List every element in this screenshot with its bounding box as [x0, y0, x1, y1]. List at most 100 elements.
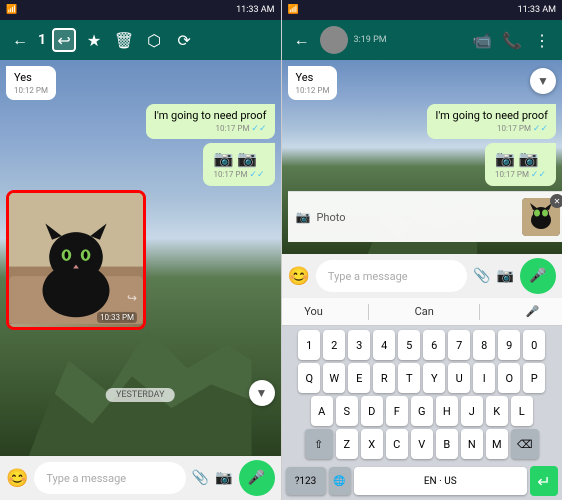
share-button[interactable]: ⬡ [142, 28, 166, 52]
left-attach-button[interactable]: 📎 [192, 470, 209, 486]
key-t[interactable]: T [398, 363, 420, 393]
key-d[interactable]: D [361, 396, 383, 426]
star-button[interactable]: ★ [82, 28, 106, 52]
key-6[interactable]: 6 [423, 330, 445, 360]
shift-key[interactable]: ⇧ [305, 429, 333, 459]
backspace-key[interactable]: ⌫ [511, 429, 539, 459]
right-camera-button[interactable]: 📷 [497, 268, 514, 284]
read-receipt-icon: ✓✓ [531, 170, 546, 180]
more-icon: ⋮ [534, 31, 550, 50]
key-p[interactable]: P [523, 363, 545, 393]
message-outgoing-proof: I'm going to need proof 10:17 PM ✓✓ [146, 104, 275, 139]
key-z[interactable]: Z [336, 429, 358, 459]
key-m[interactable]: M [486, 429, 508, 459]
key-1[interactable]: 1 [298, 330, 320, 360]
right-emoji-button[interactable]: 😊 [288, 266, 310, 287]
selected-cat-image[interactable]: 10:33 PM ↪ [6, 190, 146, 330]
key-n[interactable]: N [461, 429, 483, 459]
photo-remove-button[interactable]: ✕ [550, 194, 562, 208]
key-y[interactable]: Y [423, 363, 445, 393]
selection-count: 1 [38, 32, 46, 48]
camera-emoji-icon: 📷 📷 [495, 149, 539, 168]
right-message-input[interactable]: Type a message [316, 260, 467, 292]
forward-icon: ⟳ [177, 31, 190, 50]
chevron-down-icon: ▼ [256, 386, 268, 400]
key-9[interactable]: 9 [498, 330, 520, 360]
right-mic-button[interactable]: 🎤 [520, 258, 556, 294]
key-u[interactable]: U [448, 363, 470, 393]
suggestion-divider-2 [479, 304, 480, 320]
key-h[interactable]: H [436, 396, 458, 426]
video-call-button[interactable]: 📹 [470, 28, 494, 52]
right-status-time: 11:33 AM [518, 5, 556, 15]
suggestion-can[interactable]: Can [415, 305, 434, 318]
left-mic-button[interactable]: 🎤 [239, 460, 275, 496]
qwerty-row: Q W E R T Y U I O P [284, 363, 561, 393]
reply-button[interactable]: ↩ [52, 28, 76, 52]
key-g[interactable]: G [411, 396, 433, 426]
message-text: I'm going to need proof [435, 109, 548, 122]
keyboard-rows: 1 2 3 4 5 6 7 8 9 0 Q W E R T Y U I [282, 326, 562, 466]
zxcv-row: ⇧ Z X C V B N M ⌫ [284, 429, 561, 459]
key-2[interactable]: 2 [323, 330, 345, 360]
key-o[interactable]: O [498, 363, 520, 393]
enter-key[interactable]: ↵ [530, 466, 558, 496]
scroll-down-button[interactable]: ▼ [249, 380, 275, 406]
read-receipt-icon: ✓✓ [251, 124, 266, 134]
key-v[interactable]: V [411, 429, 433, 459]
globe-key[interactable]: 🌐 [329, 467, 351, 495]
key-r[interactable]: R [373, 363, 395, 393]
key-a[interactable]: A [311, 396, 333, 426]
key-l[interactable]: L [511, 396, 533, 426]
forward-button[interactable]: ⟳ [172, 28, 196, 52]
key-s[interactable]: S [336, 396, 358, 426]
mic-icon: 🎤 [248, 470, 265, 486]
key-q[interactable]: Q [298, 363, 320, 393]
key-k[interactable]: K [486, 396, 508, 426]
key-0[interactable]: 0 [523, 330, 545, 360]
right-input-bar: 😊 Type a message 📎 📷 🎤 📷 Photo [282, 254, 562, 298]
key-7[interactable]: 7 [448, 330, 470, 360]
message-text: Yes [296, 71, 314, 84]
share-icon: ⬡ [147, 31, 161, 50]
voice-call-button[interactable]: 📞 [500, 28, 524, 52]
status-right-info: 11:33 AM [236, 5, 274, 15]
keyboard-bottom-row: ?123 🌐 EN · US ↵ [282, 466, 562, 496]
suggestion-you[interactable]: You [304, 305, 323, 318]
key-i[interactable]: I [473, 363, 495, 393]
more-options-button[interactable]: ⋮ [530, 28, 554, 52]
key-4[interactable]: 4 [373, 330, 395, 360]
key-w[interactable]: W [323, 363, 345, 393]
key-e[interactable]: E [348, 363, 370, 393]
left-input-placeholder: Type a message [46, 472, 173, 485]
number-row: 1 2 3 4 5 6 7 8 9 0 [284, 330, 561, 360]
numbers-key[interactable]: ?123 [286, 467, 326, 495]
right-top-bar: ← 3:19 PM 📹 📞 ⋮ [282, 20, 562, 60]
mic-suggestion-icon[interactable]: 🎤 [526, 305, 540, 318]
key-5[interactable]: 5 [398, 330, 420, 360]
delete-button[interactable]: 🗑 [112, 28, 136, 52]
message-time: 10:12 PM [14, 86, 48, 95]
camera-icon: 📷 [215, 470, 232, 486]
right-attach-button[interactable]: 📎 [473, 268, 490, 284]
key-c[interactable]: C [386, 429, 408, 459]
keyboard-suggestions-row: You Can 🎤 [282, 298, 562, 326]
left-message-input[interactable]: Type a message [34, 462, 185, 494]
key-3[interactable]: 3 [348, 330, 370, 360]
contact-avatar [320, 26, 348, 54]
back-arrow-icon: ← [12, 30, 28, 50]
right-back-button[interactable]: ← [290, 28, 314, 52]
key-b[interactable]: B [436, 429, 458, 459]
space-key[interactable]: EN · US [354, 467, 528, 495]
right-scroll-down-button[interactable]: ▼ [530, 68, 556, 94]
key-f[interactable]: F [386, 396, 408, 426]
right-panel: 📶 11:33 AM ← 3:19 PM 📹 📞 ⋮ [282, 0, 562, 500]
emoji-button[interactable]: 😊 [6, 468, 28, 489]
key-x[interactable]: X [361, 429, 383, 459]
key-j[interactable]: J [461, 396, 483, 426]
network-icon: 📶 [6, 5, 17, 15]
back-button[interactable]: ← [8, 28, 32, 52]
left-camera-button[interactable]: 📷 [215, 470, 232, 486]
key-8[interactable]: 8 [473, 330, 495, 360]
photo-preview-bar: 📷 Photo ✕ [288, 191, 562, 242]
